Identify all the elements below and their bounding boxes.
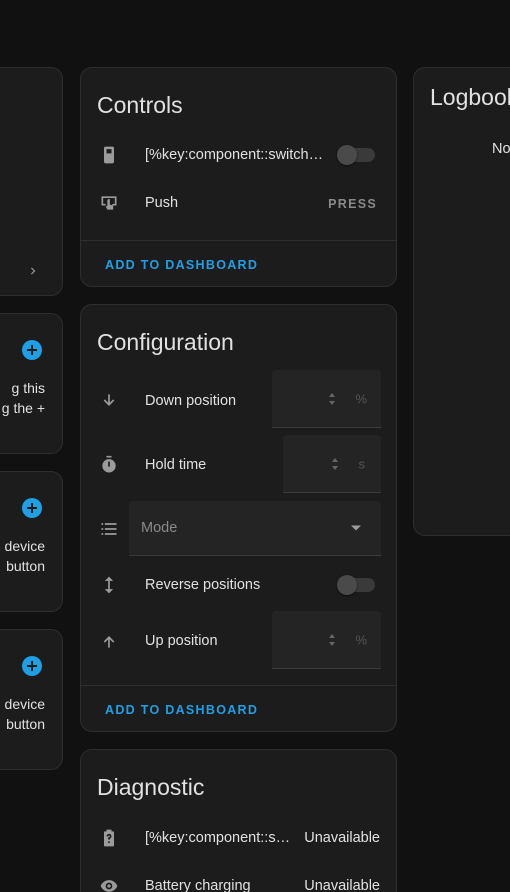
mode-placeholder: Mode [141, 520, 178, 536]
diagnostic-card: Diagnostic [%key:component::sensor::enti… [80, 749, 397, 892]
switch-toggle[interactable] [337, 145, 375, 165]
up-position-label: Up position [145, 633, 218, 649]
controls-divider [81, 240, 396, 241]
configuration-add-to-dashboard-button[interactable]: ADD TO DASHBOARD [105, 703, 258, 717]
add-script-button[interactable] [22, 656, 42, 676]
battery-charging-value: Unavailable [304, 878, 380, 892]
down-position-unit: % [355, 391, 367, 406]
script-card: device button [0, 629, 63, 770]
battery-unknown-icon [99, 828, 119, 848]
stepper-icon[interactable] [327, 632, 337, 648]
script-hint-line2: button [6, 716, 45, 732]
gesture-tap-icon [99, 193, 119, 213]
battery-label[interactable]: [%key:component::sensor::entity_componen… [145, 830, 297, 846]
battery-value: Unavailable [304, 830, 380, 846]
eye-icon [99, 876, 119, 892]
reverse-positions-toggle[interactable] [337, 575, 375, 595]
scene-hint-line1: s device [0, 538, 45, 554]
logbook-card: Logbook No [413, 67, 510, 536]
automation-hint-line1: g this [11, 380, 45, 396]
hold-time-input[interactable]: s [283, 435, 381, 493]
controls-add-to-dashboard-button[interactable]: ADD TO DASHBOARD [105, 258, 258, 272]
push-label[interactable]: Push [145, 195, 178, 211]
hold-time-unit: s [358, 456, 366, 471]
down-position-label: Down position [145, 393, 237, 409]
diagnostic-title: Diagnostic [97, 774, 205, 800]
script-hint-line1: device [4, 696, 45, 712]
press-button[interactable]: PRESS [328, 197, 377, 211]
add-automation-button[interactable] [22, 340, 42, 360]
configuration-card: Configuration Down position % Hold time … [80, 304, 397, 732]
configuration-divider [81, 685, 396, 686]
timer-icon [99, 455, 119, 475]
down-position-input[interactable]: % [272, 370, 381, 428]
chevron-right-icon[interactable] [26, 264, 40, 278]
up-position-input[interactable]: % [272, 611, 381, 669]
remote-icon [99, 145, 119, 165]
controls-card: Controls [%key:component::switch::title%… [80, 67, 397, 287]
dropdown-arrow-icon [351, 525, 361, 531]
automation-hint-line2: g the + [1, 400, 45, 416]
automation-card: g this g the + [0, 313, 63, 454]
arrow-down-icon [99, 391, 119, 411]
add-scene-button[interactable] [22, 498, 42, 518]
switch-label[interactable]: [%key:component::switch::title%] [145, 147, 325, 163]
reverse-positions-label: Reverse positions [145, 577, 261, 593]
mode-select[interactable]: Mode [129, 501, 381, 556]
list-icon [99, 519, 119, 539]
arrow-up-icon [99, 631, 119, 651]
arrow-up-down-icon [99, 575, 119, 595]
configuration-title: Configuration [97, 329, 234, 355]
up-position-unit: % [355, 632, 367, 647]
logbook-title: Logbook [430, 84, 510, 110]
hold-time-label: Hold time [145, 457, 207, 473]
logbook-empty-text: No [492, 141, 510, 157]
device-info-card [0, 67, 63, 296]
stepper-icon[interactable] [327, 391, 337, 407]
battery-charging-label[interactable]: Battery charging [145, 878, 251, 892]
scene-hint-line2: button [6, 558, 45, 574]
controls-title: Controls [97, 92, 183, 118]
scene-card: s device button [0, 471, 63, 612]
stepper-icon[interactable] [330, 456, 340, 472]
